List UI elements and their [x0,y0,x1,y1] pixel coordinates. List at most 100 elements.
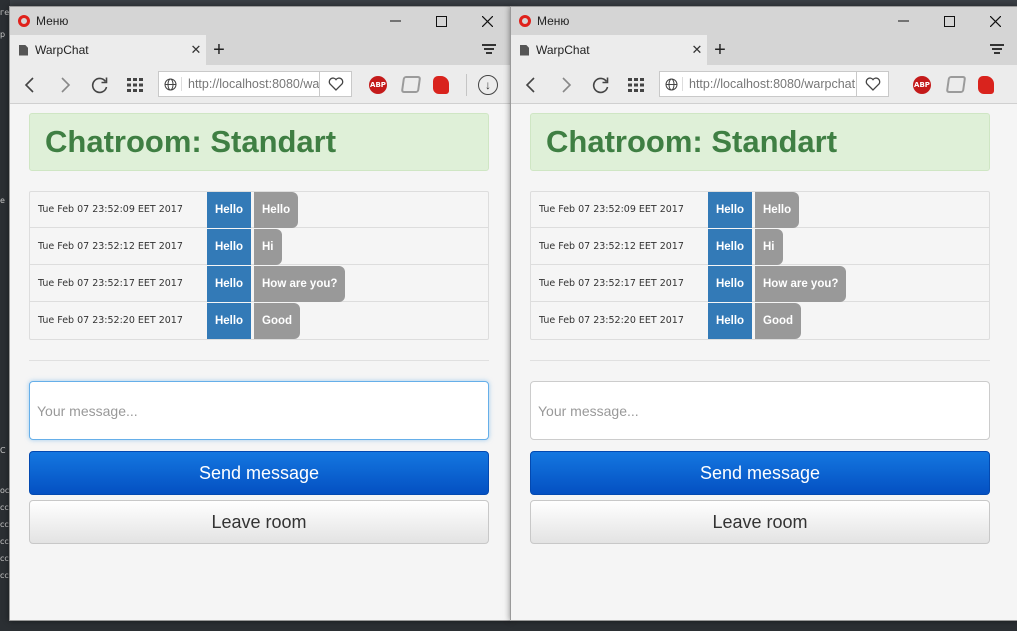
message-timestamp: Tue Feb 07 23:52:12 EET 2017 [38,241,183,252]
extension-red-icon[interactable] [978,76,994,94]
message-row: Tue Feb 07 23:52:12 EET 2017 Hello Hi [30,229,488,265]
new-tab-button[interactable]: + [208,38,230,62]
message-user-badge: Hello [207,192,251,228]
reload-icon[interactable] [590,74,612,96]
address-bar[interactable]: http://localhost:8080/warpchat [659,71,857,97]
tab-warpchat[interactable]: WarpChat ✕ [10,35,206,65]
message-row: Tue Feb 07 23:52:09 EET 2017 Hello Hello [531,192,989,228]
document-icon [520,44,529,56]
speed-dial-icon[interactable] [124,74,146,96]
message-timestamp: Tue Feb 07 23:52:20 EET 2017 [38,315,183,326]
message-user-badge: Hello [708,192,752,228]
minimize-icon[interactable] [372,7,418,35]
globe-icon [660,78,682,91]
window-controls [372,7,510,35]
navigation-bar: http://localhost:8080/warpchat ABP [511,65,1017,104]
reload-icon[interactable] [89,74,111,96]
url-text[interactable]: http://localhost:8080/warpchat [181,77,319,91]
message-row: Tue Feb 07 23:52:20 EET 2017 Hello Good [30,303,488,339]
desktop-text-fragment: сс [0,554,9,563]
opera-logo-icon[interactable] [18,15,30,27]
menu-label[interactable]: Меню [36,14,68,28]
message-input[interactable] [530,381,990,440]
leave-room-button[interactable]: Leave room [530,500,990,544]
desktop-text-fragment: сс [0,571,9,580]
message-timestamp: Tue Feb 07 23:52:20 EET 2017 [539,315,684,326]
send-message-button[interactable]: Send message [530,451,990,495]
divider [29,360,489,361]
tab-bar: WarpChat ✕ + [10,35,510,65]
send-message-button[interactable]: Send message [29,451,489,495]
message-user-badge: Hello [708,303,752,339]
title-bar[interactable]: Меню [10,7,510,35]
adblock-plus-icon[interactable]: ABP [369,76,387,94]
message-user-badge: Hello [207,303,251,339]
minimize-icon[interactable] [880,7,926,35]
speed-dial-icon[interactable] [625,74,647,96]
bookmark-heart-icon[interactable] [320,71,352,97]
tab-menu-icon[interactable] [482,44,496,56]
leave-room-button[interactable]: Leave room [29,500,489,544]
desktop-text-fragment: С [0,446,6,455]
new-tab-button[interactable]: + [709,38,731,62]
url-text[interactable]: http://localhost:8080/warpchat [682,77,856,91]
maximize-icon[interactable] [926,7,972,35]
message-text: Hi [254,229,282,265]
extension-icon[interactable] [400,76,422,93]
page-content: Chatroom: Standart Tue Feb 07 23:52:09 E… [10,104,510,620]
message-text: How are you? [254,266,346,302]
address-bar[interactable]: http://localhost:8080/warpchat [158,71,320,97]
tab-title: WarpChat [536,43,590,57]
menu-label[interactable]: Меню [537,14,569,28]
desktop-text-fragment: р [0,30,6,39]
close-tab-icon[interactable]: ✕ [186,42,206,58]
globe-icon [159,78,181,91]
message-list: Tue Feb 07 23:52:09 EET 2017 Hello Hello… [29,191,489,340]
close-window-icon[interactable] [464,7,510,35]
message-text: Hello [254,192,299,228]
back-icon[interactable] [18,74,40,96]
message-input[interactable] [29,381,489,440]
message-row: Tue Feb 07 23:52:12 EET 2017 Hello Hi [531,229,989,265]
close-window-icon[interactable] [972,7,1017,35]
navigation-bar: http://localhost:8080/warpchat ABP ↓ [10,65,510,104]
desktop-text-fragment: сс [0,520,9,529]
desktop-text-fragment: ос [0,486,10,495]
desktop-text-fragment: сс [0,537,9,546]
close-tab-icon[interactable]: ✕ [687,42,707,58]
message-row: Tue Feb 07 23:52:20 EET 2017 Hello Good [531,303,989,339]
extension-red-icon[interactable] [433,76,449,94]
room-title: Chatroom: Standart [29,113,489,171]
message-list: Tue Feb 07 23:52:09 EET 2017 Hello Hello… [530,191,990,340]
message-text: Good [254,303,301,339]
message-text: How are you? [755,266,847,302]
message-text: Good [755,303,802,339]
download-icon[interactable]: ↓ [478,75,498,95]
title-bar[interactable]: Меню [511,7,1017,35]
divider [530,360,990,361]
document-icon [19,44,28,56]
message-user-badge: Hello [207,229,251,265]
message-row: Tue Feb 07 23:52:09 EET 2017 Hello Hello [30,192,488,228]
toolbar-separator [466,74,467,96]
adblock-plus-icon[interactable]: ABP [913,76,931,94]
message-row: Tue Feb 07 23:52:17 EET 2017 Hello How a… [30,266,488,302]
tab-warpchat[interactable]: WarpChat ✕ [511,35,707,65]
forward-icon[interactable] [55,74,77,96]
window-controls [880,7,1017,35]
message-text: Hi [755,229,783,265]
message-timestamp: Tue Feb 07 23:52:09 EET 2017 [38,204,183,215]
opera-logo-icon[interactable] [519,15,531,27]
tab-menu-icon[interactable] [990,44,1004,56]
message-row: Tue Feb 07 23:52:17 EET 2017 Hello How a… [531,266,989,302]
maximize-icon[interactable] [418,7,464,35]
extension-icon[interactable] [945,76,967,93]
message-timestamp: Tue Feb 07 23:52:17 EET 2017 [539,278,684,289]
back-icon[interactable] [519,74,541,96]
forward-icon[interactable] [556,74,578,96]
bookmark-heart-icon[interactable] [857,71,889,97]
message-user-badge: Hello [708,229,752,265]
message-timestamp: Tue Feb 07 23:52:09 EET 2017 [539,204,684,215]
desktop-text-fragment: ге [0,8,10,17]
message-user-badge: Hello [207,266,251,302]
